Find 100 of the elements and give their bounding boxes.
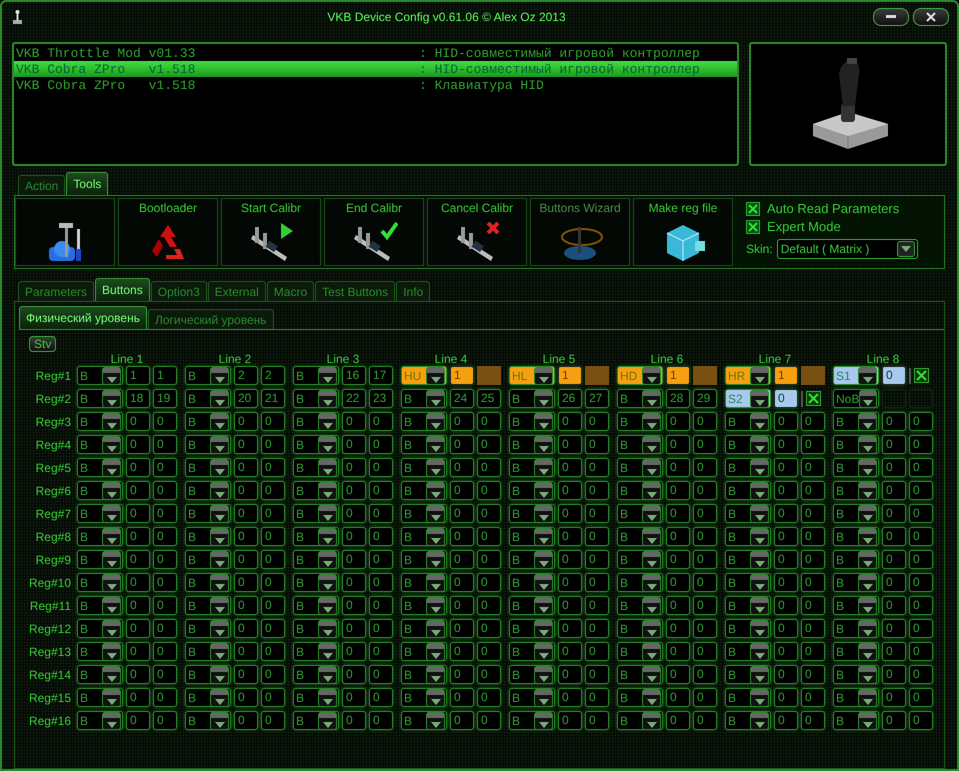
mode-dropdown[interactable]: B [833, 642, 879, 661]
input-field[interactable]: 0 [666, 573, 690, 592]
mode-dropdown[interactable]: B [185, 596, 231, 615]
input-field[interactable]: 0 [801, 596, 825, 615]
input-field[interactable]: 0 [450, 642, 474, 661]
input-field[interactable]: 0 [774, 412, 798, 431]
mode-dropdown[interactable]: B [185, 389, 231, 408]
mode-dropdown[interactable]: B [617, 435, 663, 454]
input-field[interactable]: 0 [882, 481, 906, 500]
input-field[interactable]: 0 [909, 481, 933, 500]
input-field[interactable]: 0 [801, 665, 825, 684]
input-field[interactable]: 0 [774, 527, 798, 546]
mode-dropdown[interactable]: B [77, 688, 123, 707]
mode-dropdown[interactable]: B [725, 458, 771, 477]
input-field[interactable]: 0 [693, 550, 717, 569]
input-field[interactable]: 0 [882, 688, 906, 707]
input-field[interactable]: 0 [693, 573, 717, 592]
mode-dropdown[interactable]: B [401, 596, 447, 615]
mode-dropdown[interactable]: B [293, 596, 339, 615]
input-field[interactable]: 0 [585, 481, 609, 500]
input-field[interactable]: 0 [585, 527, 609, 546]
input-field[interactable]: 0 [477, 504, 501, 523]
mode-dropdown[interactable]: B [185, 665, 231, 684]
input-field[interactable]: 0 [882, 619, 906, 638]
tab[interactable]: Parameters [18, 281, 94, 301]
input-field[interactable]: 21 [261, 389, 285, 408]
input-field[interactable]: 0 [234, 550, 258, 569]
mode-dropdown[interactable]: B [401, 619, 447, 638]
input-field[interactable]: 0 [801, 619, 825, 638]
mode-dropdown[interactable]: B [833, 504, 879, 523]
input-field[interactable]: 0 [369, 435, 393, 454]
input-field[interactable]: 0 [909, 665, 933, 684]
input-field[interactable]: 0 [558, 596, 582, 615]
input-field[interactable]: 0 [450, 688, 474, 707]
input-field[interactable]: 0 [909, 435, 933, 454]
input-field[interactable]: 0 [342, 458, 366, 477]
tab[interactable]: Macro [266, 281, 314, 301]
input-field[interactable]: 0 [666, 665, 690, 684]
input-field[interactable]: 0 [774, 642, 798, 661]
input-field[interactable]: 0 [369, 711, 393, 730]
mode-dropdown[interactable]: B [401, 458, 447, 477]
device-list[interactable]: VKB Throttle Mod v01.33 : HID-совместимый игровой контроллер VKB Cobra ZPro v1.518 : HID-совместимый игровой контроллер VKB Cobra ZPro v1.518 : Клавиатура HID [12, 42, 739, 166]
input-field[interactable]: 0 [234, 504, 258, 523]
input-field[interactable]: 1 [153, 366, 177, 385]
input-field[interactable]: 0 [801, 527, 825, 546]
input-field[interactable]: 0 [774, 665, 798, 684]
input-field[interactable]: 0 [477, 435, 501, 454]
input-field[interactable]: 0 [666, 458, 690, 477]
input-field[interactable]: 0 [882, 550, 906, 569]
input-field[interactable]: 0 [126, 573, 150, 592]
input-field[interactable]: 0 [126, 665, 150, 684]
mode-dropdown[interactable]: B [293, 711, 339, 730]
input-field[interactable]: 0 [477, 481, 501, 500]
input-field[interactable]: 0 [126, 504, 150, 523]
mode-dropdown[interactable]: B [509, 550, 555, 569]
mode-dropdown[interactable]: B [617, 550, 663, 569]
mode-dropdown[interactable]: B [617, 481, 663, 500]
input-field[interactable]: 0 [234, 688, 258, 707]
input-field[interactable]: 0 [477, 573, 501, 592]
input-field[interactable]: 0 [666, 596, 690, 615]
input-field[interactable]: 0 [477, 665, 501, 684]
mode-dropdown[interactable]: B [185, 435, 231, 454]
mode-dropdown[interactable]: B [725, 412, 771, 431]
tool-button[interactable]: Start Calibr [221, 198, 321, 266]
input-field[interactable]: 0 [342, 596, 366, 615]
input-field[interactable]: 0 [261, 688, 285, 707]
input-field[interactable]: 0 [558, 642, 582, 661]
input-field[interactable]: 0 [450, 481, 474, 500]
mode-dropdown[interactable]: B [77, 573, 123, 592]
input-field[interactable]: 0 [342, 550, 366, 569]
input-field[interactable]: 0 [261, 596, 285, 615]
input-field[interactable]: 0 [153, 527, 177, 546]
mode-dropdown[interactable]: B [293, 481, 339, 500]
input-field[interactable]: 0 [882, 366, 906, 385]
mode-dropdown[interactable]: B [77, 435, 123, 454]
input-field[interactable]: 0 [234, 435, 258, 454]
mode-dropdown[interactable]: B [725, 573, 771, 592]
input-field[interactable]: 0 [909, 504, 933, 523]
mode-dropdown[interactable]: B [293, 665, 339, 684]
input-field[interactable]: 0 [909, 596, 933, 615]
input-field[interactable]: 0 [126, 481, 150, 500]
mode-dropdown[interactable]: B [185, 366, 231, 385]
mode-dropdown[interactable]: B [833, 527, 879, 546]
input-field[interactable]: 0 [369, 458, 393, 477]
input-field[interactable]: 2 [234, 366, 258, 385]
input-field[interactable]: 0 [585, 573, 609, 592]
input-field[interactable]: 0 [693, 619, 717, 638]
input-field[interactable]: 0 [369, 665, 393, 684]
input-field[interactable]: 0 [666, 481, 690, 500]
mode-dropdown[interactable]: B [77, 619, 123, 638]
input-field[interactable]: 0 [693, 458, 717, 477]
input-field[interactable]: 0 [342, 481, 366, 500]
tool-button[interactable] [15, 198, 115, 266]
input-field[interactable]: 0 [882, 665, 906, 684]
input-field[interactable]: 0 [909, 458, 933, 477]
input-field[interactable]: 0 [693, 665, 717, 684]
input-field[interactable]: 0 [342, 527, 366, 546]
input-field[interactable]: 0 [234, 412, 258, 431]
mode-dropdown[interactable]: B [617, 412, 663, 431]
input-field[interactable]: 16 [342, 366, 366, 385]
